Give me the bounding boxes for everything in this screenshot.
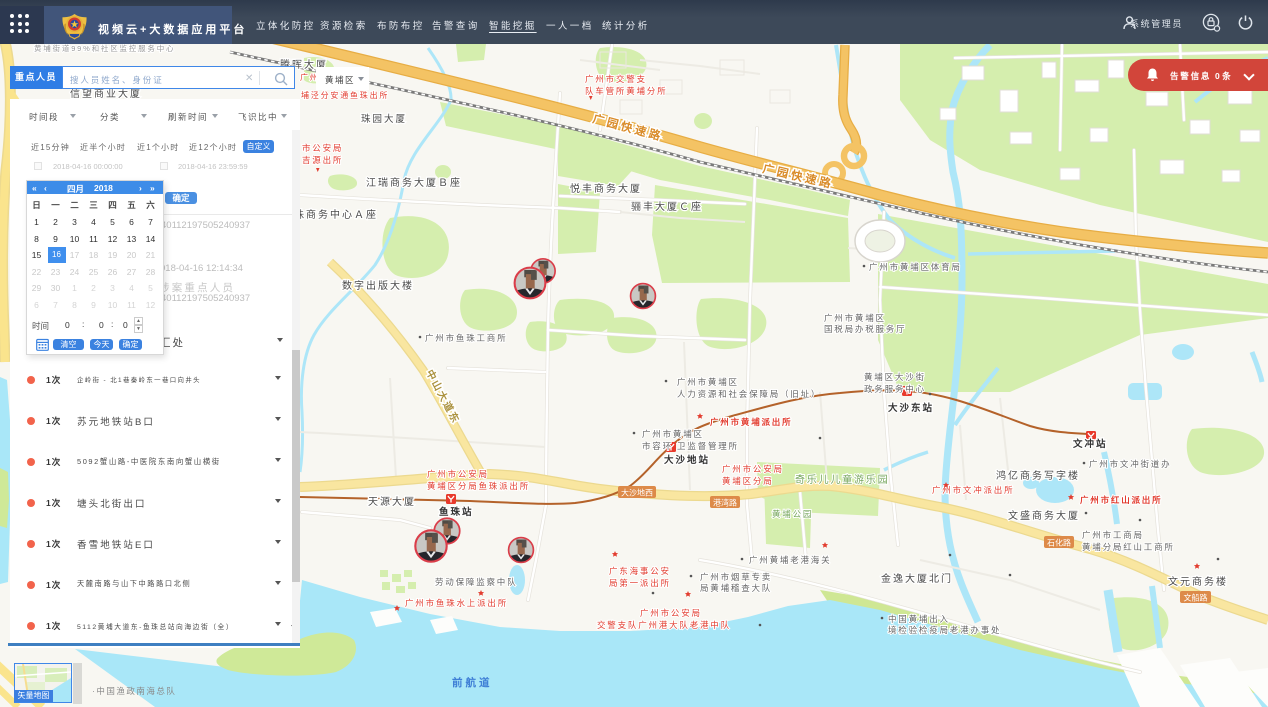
svg-text:大沙地西: 大沙地西 [621, 488, 653, 498]
svg-text:劳动保障监察中队: 劳动保障监察中队 [435, 577, 517, 587]
svg-text:队车管所黄埔分所: 队车管所黄埔分所 [585, 86, 667, 96]
svg-text:黄埔分局红山工商所: 黄埔分局红山工商所 [1082, 542, 1175, 552]
svg-text:广州市鱼珠工商所: 广州市鱼珠工商所 [425, 333, 507, 343]
svg-text:境检验检疫局老港办事处: 境检验检疫局老港办事处 [888, 625, 1001, 635]
svg-text:广州市黄埔区: 广州市黄埔区 [642, 429, 704, 439]
svg-text:金逸大厦北门: 金逸大厦北门 [881, 572, 953, 585]
svg-text:骊丰大厦Ｃ座: 骊丰大厦Ｃ座 [631, 200, 703, 213]
svg-text:奇乐儿儿童游乐园: 奇乐儿儿童游乐园 [795, 473, 889, 486]
svg-text:局第一派出所: 局第一派出所 [609, 578, 671, 588]
svg-text:文盛商务大厦: 文盛商务大厦 [1008, 509, 1080, 522]
svg-text:悦丰商务大厦: 悦丰商务大厦 [570, 182, 642, 195]
svg-text:国税局办税服务厅: 国税局办税服务厅 [824, 324, 906, 334]
svg-text:数字出版大楼: 数字出版大楼 [342, 279, 414, 292]
svg-text:广州黄埔老港海关: 广州黄埔老港海关 [749, 555, 831, 565]
svg-text:广州市黄埔区: 广州市黄埔区 [677, 377, 739, 387]
svg-text:珠园大厦: 珠园大厦 [361, 113, 407, 125]
svg-text:中国黄埔出入: 中国黄埔出入 [888, 614, 950, 624]
svg-text:黄埔区分局: 黄埔区分局 [722, 476, 774, 486]
svg-text:广东海事公安: 广东海事公安 [609, 566, 671, 576]
svg-text:石化路: 石化路 [1047, 538, 1071, 548]
svg-text:黄埔区分局鱼珠派出所: 黄埔区分局鱼珠派出所 [427, 481, 530, 491]
svg-text:天源大厦: 天源大厦 [368, 495, 416, 508]
svg-text:文冲站: 文冲站 [1072, 438, 1108, 450]
svg-text:黄埔区大沙街: 黄埔区大沙街 [864, 372, 926, 382]
svg-text:广州市鱼珠水上派出所: 广州市鱼珠水上派出所 [405, 598, 508, 608]
svg-text:黄埔公园: 黄埔公园 [772, 509, 813, 519]
svg-text:广州市公安局: 广州市公安局 [722, 464, 784, 474]
svg-text:广州市文冲街道办: 广州市文冲街道办 [1089, 459, 1171, 469]
svg-text:市公安局: 市公安局 [302, 143, 343, 153]
svg-text:埔泾分安通鱼珠出所: 埔泾分安通鱼珠出所 [301, 90, 389, 100]
svg-text:港湾路: 港湾路 [713, 498, 737, 508]
svg-text:广州市交警支: 广州市交警支 [585, 74, 647, 84]
svg-text:人力资源和社会保障局（旧址）: 人力资源和社会保障局（旧址） [677, 389, 821, 399]
svg-text:广州市黄埔区体育局: 广州市黄埔区体育局 [869, 262, 962, 272]
svg-text:政务服务中心: 政务服务中心 [864, 384, 926, 394]
svg-text:广州市烟草专卖: 广州市烟草专卖 [700, 572, 772, 582]
svg-text:市容环 卫监督管理所: 市容环 卫监督管理所 [642, 441, 739, 451]
svg-text:珠商务中心Ａ座: 珠商务中心Ａ座 [294, 208, 378, 221]
svg-text:前航道: 前航道 [452, 676, 493, 689]
svg-text:广州市黄埔区: 广州市黄埔区 [824, 313, 886, 323]
svg-text:广州市工商局: 广州市工商局 [1082, 530, 1144, 540]
svg-text:黄埔街道99%和社区监控服务中心: 黄埔街道99%和社区监控服务中心 [34, 43, 175, 53]
svg-text:广州市公安局: 广州市公安局 [427, 469, 489, 479]
svg-text:文元商务楼: 文元商务楼 [1168, 575, 1228, 588]
svg-text:鱼珠站: 鱼珠站 [439, 506, 474, 518]
svg-text:局黄埔稽查大队: 局黄埔稽查大队 [700, 583, 772, 593]
svg-text:大沙地站: 大沙地站 [664, 454, 710, 466]
svg-text:广州市红山派出所: 广州市红山派出所 [1080, 495, 1162, 505]
svg-text:文船路: 文船路 [1184, 593, 1208, 603]
svg-text:江瑞商务大厦Ｂ座: 江瑞商务大厦Ｂ座 [366, 176, 462, 189]
svg-text:广州市黄埔派出所: 广州市黄埔派出所 [710, 417, 792, 427]
svg-text:交警支队广州港大队老港中队: 交警支队广州港大队老港中队 [597, 620, 731, 630]
svg-text:大沙东站: 大沙东站 [888, 402, 934, 414]
svg-text:鸿亿商务写字楼: 鸿亿商务写字楼 [996, 469, 1080, 482]
svg-text:吉源出所: 吉源出所 [302, 155, 343, 165]
svg-text:广州市公安局: 广州市公安局 [640, 608, 702, 618]
